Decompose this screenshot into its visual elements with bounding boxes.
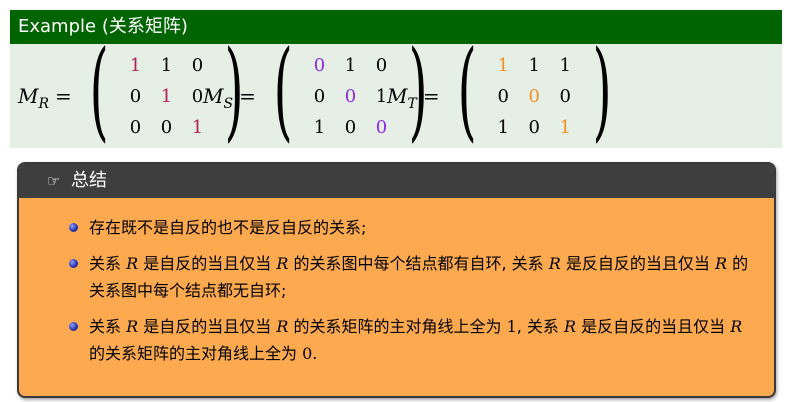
- matrix-cell: 0: [129, 116, 142, 138]
- list-item-text: R: [126, 254, 139, 273]
- matrix-cell: 1: [528, 54, 540, 76]
- summary-body: 存在既不是自反的也不是反自反的关系; 关系 R 是自反的当且仅当 R 的关系图中…: [19, 198, 774, 367]
- matrix-cell: 0: [344, 85, 357, 107]
- list-item-text: 的关系矩阵的主对角线上全为: [89, 344, 303, 363]
- matrix-cell: 0: [191, 54, 204, 76]
- matrix-cell: 0: [344, 116, 357, 138]
- list-item-text: R: [548, 254, 561, 273]
- list-item-text: R: [126, 317, 139, 336]
- matrix-cell: 1: [160, 85, 173, 107]
- list-item-text: R: [276, 317, 289, 336]
- list-item-text: 的关系矩阵的主对角线上全为: [288, 317, 507, 336]
- matrix-cell: 0: [313, 85, 326, 107]
- right-paren: ): [592, 28, 612, 153]
- matrix-cell: 1: [191, 116, 204, 138]
- list-item-text: R: [714, 254, 728, 273]
- list-item: 关系 R 是自反的当且仅当 R 的关系图中每个结点都有自环, 关系 R 是反自反…: [69, 250, 754, 304]
- left-paren: (: [273, 28, 293, 153]
- matrix-cell: 1: [559, 116, 571, 138]
- example-block-body: MR = ( 1 1 0 0 1 0 0 0 1 ) MS = (0 1 0 …: [10, 37, 782, 148]
- matrix-cell: 0: [375, 116, 388, 138]
- list-item: 关系 R 是自反的当且仅当 R 的关系矩阵的主对角线上全为 1, 关系 R 是反…: [69, 313, 754, 367]
- list-item-text: 关系: [89, 254, 127, 273]
- left-paren: (: [457, 28, 477, 153]
- pointing-hand-icon: ☞: [47, 172, 61, 190]
- matrix-cell: 0: [559, 85, 571, 107]
- list-item-text: 是反自反的当且仅当: [560, 254, 715, 273]
- matrix-cell: 0: [497, 85, 509, 107]
- list-item-text: 是反自反的当且仅当: [576, 317, 731, 336]
- summary-block-header: ☞ 总结: [19, 164, 774, 198]
- list-item-text: .: [312, 344, 318, 363]
- list-item-text: , 关系: [516, 317, 565, 336]
- bullet-icon: [69, 322, 78, 331]
- summary-block: ☞ 总结 存在既不是自反的也不是反自反的关系; 关系 R 是自反的当且仅当 R …: [17, 162, 776, 398]
- matrix-label: MR =: [18, 84, 72, 112]
- matrix-cell: 1: [497, 54, 509, 76]
- matrix-cell: 0: [313, 54, 326, 76]
- left-paren: (: [89, 28, 109, 153]
- list-item-text: R: [564, 317, 577, 336]
- matrix-cell: 1: [129, 54, 142, 76]
- matrix-cell: 1: [375, 85, 388, 107]
- matrix-label: MT =: [387, 84, 440, 112]
- summary-title: 总结: [71, 170, 107, 191]
- list-item-text: R: [276, 254, 289, 273]
- list-item-text: 存在既不是自反的也不是反自反的关系;: [89, 218, 367, 237]
- list-item: 存在既不是自反的也不是反自反的关系;: [69, 214, 754, 241]
- example-block-title: Example (关系矩阵): [10, 10, 782, 44]
- matrix-cell: 1: [160, 54, 173, 76]
- matrix-cell: 0: [191, 85, 204, 107]
- matrix: ( 1 1 1 0 0 0 1 0 1 ): [446, 37, 623, 145]
- matrix-cell: 1: [559, 54, 571, 76]
- matrix-cell: 1: [313, 116, 326, 138]
- matrix-cell: 0: [375, 54, 388, 76]
- list-item-text: 0: [302, 344, 313, 363]
- bullet-icon: [69, 259, 78, 268]
- matrix-cell: 0: [528, 116, 540, 138]
- matrix-cell: 1: [344, 54, 357, 76]
- matrix-cell: 0: [528, 85, 540, 107]
- matrix-cell: 0: [160, 116, 173, 138]
- list-item-text: 关系: [89, 317, 127, 336]
- matrix-label: MS =: [203, 84, 256, 112]
- matrix-cell: 0: [129, 85, 142, 107]
- list-item-text: 1: [506, 317, 517, 336]
- list-item-text: 是自反的当且仅当: [138, 254, 277, 273]
- matrix-cell: 1: [497, 116, 509, 138]
- matrix-m-t: MT = ( 1 1 1 0 0 0 1 0 1 ): [387, 37, 623, 148]
- bullet-icon: [69, 223, 78, 232]
- slide: Example (关系矩阵) MR = ( 1 1 0 0 1 0 0 0 1 ): [0, 0, 794, 402]
- list-item-text: 的关系图中每个结点都有自环, 关系: [288, 254, 549, 273]
- list-item-text: 是自反的当且仅当: [138, 317, 277, 336]
- list-item-text: R: [730, 317, 743, 336]
